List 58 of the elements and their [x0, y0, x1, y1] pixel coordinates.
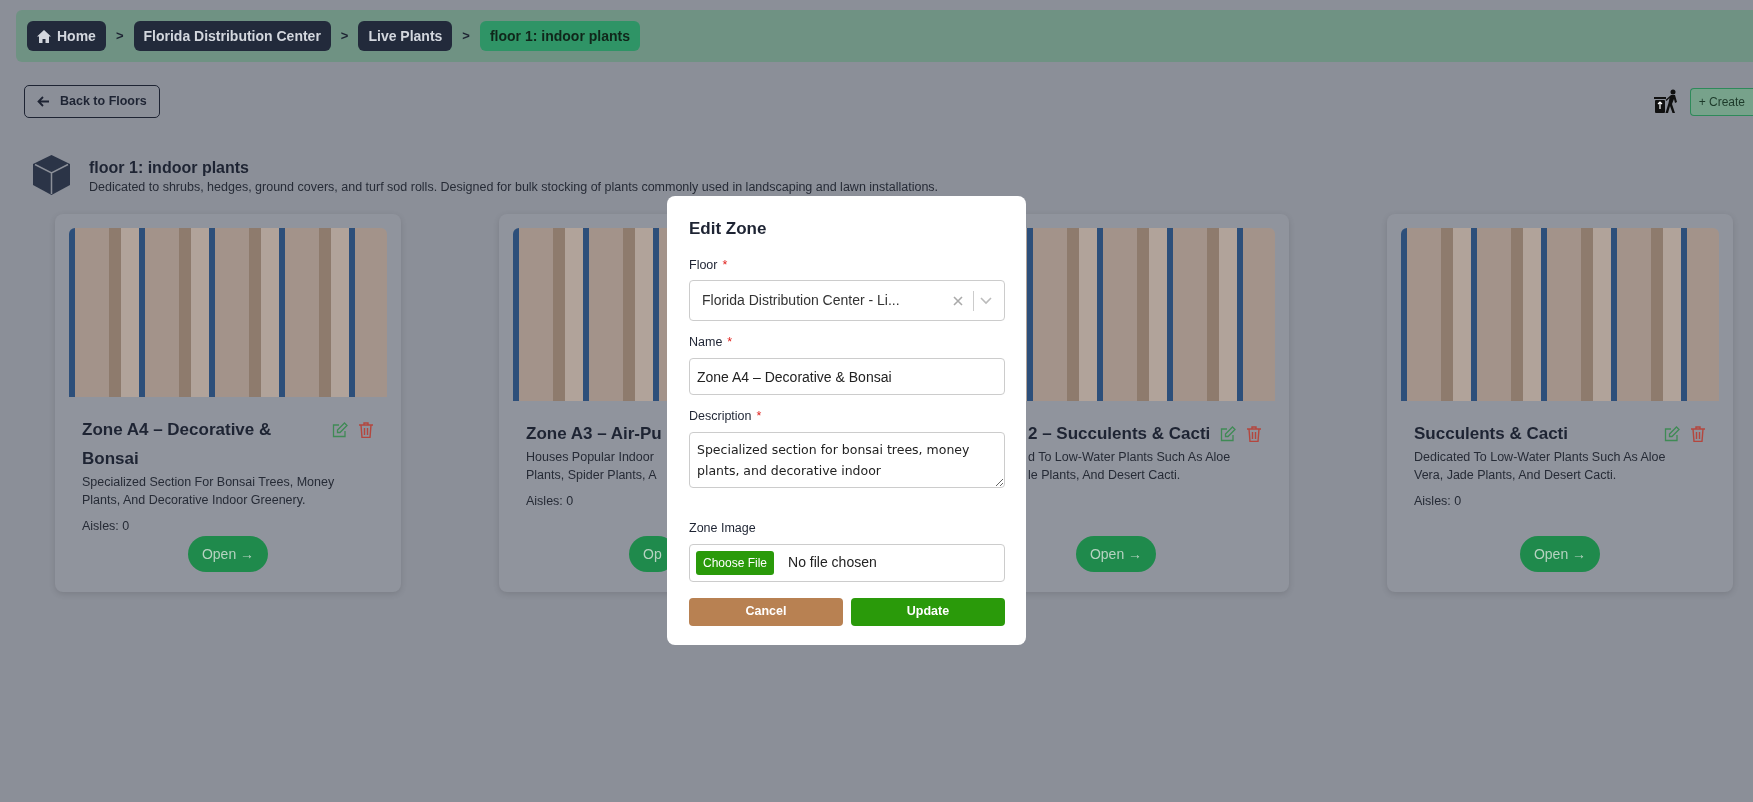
back-arrow-icon: [37, 96, 50, 107]
zone-description-line: d To Low-Water Plants Such As Aloe: [1028, 449, 1231, 466]
file-status-text: No file chosen: [788, 553, 877, 572]
aisles-count: Aisles: 0: [82, 518, 131, 536]
open-button[interactable]: Open →: [1519, 536, 1601, 572]
zone-description-line: Plants, And Decorative Indoor Greenery.: [82, 492, 306, 510]
breadcrumb-link[interactable]: floor 1: indoor plants: [479, 21, 640, 51]
chevron-down-icon: [980, 296, 992, 305]
zone-title: 2 – Succulents & Cacti: [1028, 423, 1211, 445]
choose-file-button[interactable]: Choose File: [696, 550, 775, 575]
trash-icon[interactable]: [1691, 426, 1705, 442]
floor-select[interactable]: Florida Distribution Center - Li...: [689, 280, 1005, 322]
zone-description-line: Houses Popular Indoor: [526, 449, 654, 466]
edit-icon[interactable]: [1664, 426, 1680, 442]
required-mark: *: [722, 256, 728, 274]
zone-description-line: Dedicated To Low-Water Plants Such As Aloe: [1414, 449, 1666, 466]
description-textarea[interactable]: Specialized section for bonsai trees, money plants, and decorative indoor: [689, 431, 1005, 488]
required-mark: *: [727, 334, 733, 352]
zone-description-line: Plants, Spider Plants, A: [526, 467, 657, 484]
aisles-count: Aisles: 0: [526, 493, 575, 510]
trash-icon[interactable]: [359, 422, 373, 439]
zone-description-line: Vera, Jade Plants, And Desert Cacti.: [1414, 467, 1617, 484]
edit-icon[interactable]: [1220, 426, 1237, 442]
zone-description-line: Specialized Section For Bonsai Trees, Money: [82, 474, 335, 492]
field-label: Floor: [689, 256, 718, 274]
open-button[interactable]: Open →: [1075, 536, 1157, 572]
breadcrumb-separator: >: [462, 27, 470, 46]
zone-title: Succulents & Cacti: [1414, 423, 1568, 445]
open-button[interactable]: Open →: [187, 536, 269, 572]
name-input[interactable]: Zone A4 – Decorative & Bonsai: [689, 358, 1005, 395]
breadcrumb-separator: >: [340, 27, 349, 46]
home-icon: [37, 29, 51, 43]
create-button[interactable]: + Create: [1689, 87, 1753, 116]
field-label: Zone Image: [689, 519, 756, 537]
required-mark: *: [756, 408, 762, 425]
breadcrumb-link[interactable]: Live Plants: [358, 21, 453, 51]
floor-title: floor 1: indoor plants: [89, 158, 250, 178]
file-field[interactable]: Choose File No file chosen: [689, 543, 1005, 582]
floor-description: Dedicated to shrubs, hedges, ground covers, and turf sod rolls. Designed for bulk stocking of plants commonly used in landscaping and lawn installations.: [89, 179, 939, 196]
dialog-title: Edit Zone: [689, 218, 768, 240]
zone-description-line: le Plants, And Desert Cacti.: [1028, 467, 1181, 484]
breadcrumb-link[interactable]: Florida Distribution Center: [133, 21, 331, 51]
trash-icon[interactable]: [1247, 426, 1262, 442]
clear-icon: [953, 295, 963, 306]
breadcrumb-separator: >: [115, 27, 124, 46]
aisles-count: Aisles: 0: [1414, 493, 1463, 510]
recycle-person-icon: [1653, 88, 1680, 115]
zone-title: Zone A4 – Decorative & Bonsai: [82, 419, 273, 471]
back-button[interactable]: Back to Floors: [24, 85, 160, 118]
zone-title: Zone A3 – Air-Pu: [526, 423, 662, 445]
cancel-button[interactable]: Cancel: [689, 597, 843, 626]
cube-icon: [33, 155, 70, 195]
field-label: Name: [689, 334, 723, 352]
breadcrumb-link[interactable]: Home: [27, 21, 106, 51]
update-button[interactable]: Update: [851, 597, 1005, 626]
select-value: Florida Distribution Center - Li...: [702, 291, 901, 311]
edit-icon[interactable]: [332, 422, 348, 439]
field-label: Description: [689, 408, 752, 425]
